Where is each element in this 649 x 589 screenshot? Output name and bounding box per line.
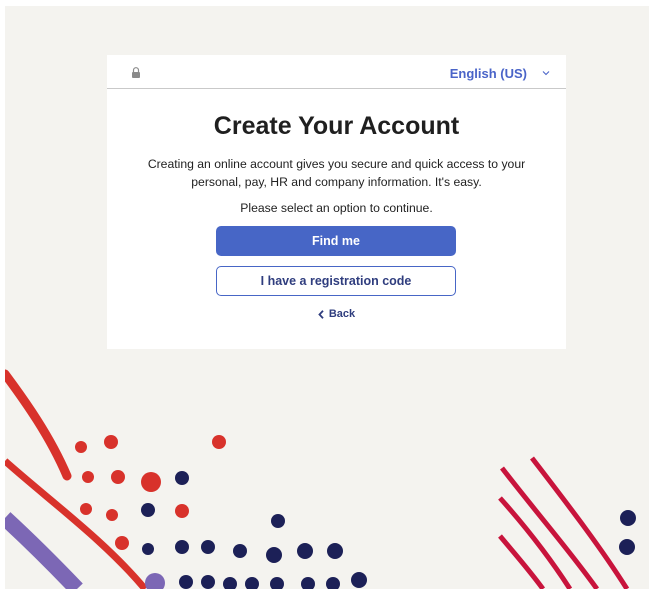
decor-dot xyxy=(270,577,284,589)
page-background: English (US) Create Your Account Creatin… xyxy=(5,6,649,589)
lock-icon xyxy=(132,67,140,78)
decor-dot xyxy=(223,577,237,589)
decor-dot xyxy=(106,509,118,521)
decor-dot xyxy=(201,540,215,554)
decor-dot xyxy=(115,536,129,550)
decor-dot xyxy=(175,504,189,518)
decor-purple-stroke xyxy=(5,512,83,589)
decor-dot xyxy=(104,435,118,449)
decor-dot xyxy=(297,543,313,559)
decor-dot xyxy=(351,572,367,588)
decor-dot xyxy=(141,503,155,517)
decor-dot xyxy=(245,577,259,589)
decor-dot xyxy=(82,471,94,483)
decor-dot xyxy=(327,543,343,559)
back-label: Back xyxy=(328,308,356,320)
decor-dot xyxy=(619,539,635,555)
decor-dot xyxy=(179,575,193,589)
decor-dot xyxy=(233,544,247,558)
decor-dot xyxy=(145,573,165,589)
prompt-text: Please select an option to continue. xyxy=(240,201,433,215)
language-select[interactable]: English (US) xyxy=(450,64,550,82)
find-me-button[interactable]: Find me xyxy=(216,226,456,256)
decor-dot xyxy=(266,547,282,563)
chevron-left-icon xyxy=(318,309,324,319)
decor-dot xyxy=(201,575,215,589)
account-card: English (US) Create Your Account Creatin… xyxy=(107,55,566,349)
decor-dot xyxy=(271,514,285,528)
card-header: English (US) xyxy=(107,55,566,89)
decor-dot xyxy=(175,471,189,485)
decor-dot xyxy=(212,435,226,449)
decor-dot xyxy=(75,441,87,453)
page-title: Create Your Account xyxy=(213,112,460,140)
decor-dot xyxy=(301,577,315,589)
description-text: Creating an online account gives you sec… xyxy=(147,157,526,189)
decor-dot xyxy=(620,510,636,526)
registration-code-button[interactable]: I have a registration code xyxy=(216,266,456,296)
decor-dot xyxy=(175,540,189,554)
decor-dot xyxy=(80,503,92,515)
decor-dot xyxy=(142,543,154,555)
decor-dot xyxy=(141,472,161,492)
back-link[interactable]: Back xyxy=(107,308,566,320)
language-selected-label: English (US) xyxy=(449,65,527,81)
chevron-down-icon xyxy=(542,71,550,76)
decor-dot xyxy=(111,470,125,484)
decor-dot xyxy=(326,577,340,589)
decor-red-stroke xyxy=(5,369,72,481)
